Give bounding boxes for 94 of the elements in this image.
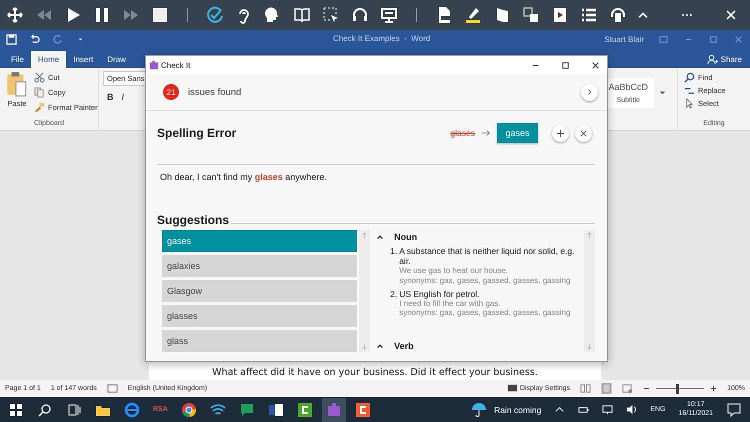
suggestions-heading: Suggestions — [157, 213, 230, 227]
example-text: I need to fill the car with gas. — [399, 298, 502, 308]
headset-icon[interactable] — [351, 6, 369, 24]
paintbrush-icon — [34, 102, 45, 113]
chevron-right-icon — [586, 88, 594, 96]
ribbon-tab[interactable]: Draw — [100, 51, 133, 68]
task-view-icon[interactable] — [66, 402, 82, 418]
undo-icon[interactable] — [29, 34, 40, 45]
part-of-speech: Verb — [394, 340, 414, 350]
video-icon[interactable] — [551, 6, 569, 24]
window-title: Check It Examples - Word — [333, 34, 430, 43]
word-app-icon[interactable] — [268, 402, 284, 418]
error-type-heading: Spelling Error — [157, 126, 236, 140]
collapse-icon[interactable] — [376, 342, 384, 350]
umbrella-icon[interactable] — [471, 402, 488, 418]
screen-select-icon[interactable] — [322, 6, 340, 24]
sense-number: 1. — [390, 246, 398, 258]
share-button[interactable]: Share — [698, 54, 750, 68]
c-tile-icon[interactable] — [354, 402, 371, 418]
network-icon[interactable] — [602, 404, 614, 415]
redo-icon[interactable] — [52, 34, 63, 45]
close-icon[interactable] — [590, 60, 601, 70]
user-name[interactable]: Stuart Blair — [604, 35, 644, 44]
replace-button[interactable]: gases — [497, 123, 538, 143]
volume-icon[interactable] — [626, 404, 638, 415]
synonyms-text: synonyms: gas, gases, gassed, gasses, gassing — [399, 276, 572, 286]
copy-icon — [34, 87, 45, 98]
move-icon[interactable] — [6, 6, 24, 24]
puzzle-icon — [149, 60, 159, 70]
ribbon-display-icon[interactable] — [658, 34, 669, 45]
arrow-icon — [481, 128, 491, 138]
suggestion-item[interactable]: glass — [162, 330, 358, 352]
ribbon-tab[interactable]: Home — [30, 51, 66, 68]
monitor-icon — [506, 383, 518, 394]
context-sentence: Oh dear, I can't find my glases anywhere. — [160, 172, 328, 182]
weather-text[interactable]: Rain coming — [494, 404, 542, 414]
notification-icon[interactable] — [726, 402, 742, 418]
book-icon[interactable] — [293, 6, 311, 24]
check-icon[interactable] — [206, 6, 224, 24]
browser-e-icon[interactable] — [124, 402, 140, 418]
ribbon-tab[interactable]: Insert — [66, 51, 100, 68]
suggestion-item[interactable]: Glasgow — [162, 280, 358, 302]
web-layout-icon[interactable] — [622, 383, 634, 394]
collapse-icon[interactable] — [376, 232, 384, 240]
suggestion-item[interactable]: glasses — [162, 305, 358, 327]
square-c-icon[interactable] — [296, 402, 313, 418]
pause-icon[interactable] — [93, 6, 111, 24]
close-icon — [579, 128, 588, 138]
person-add-icon — [706, 54, 718, 65]
stop-icon[interactable] — [151, 6, 169, 24]
zoom-out-icon[interactable] — [643, 385, 650, 392]
synonyms-text: synonyms: gas, gases, gassed, gasses, gassing — [399, 308, 572, 318]
list-icon[interactable] — [580, 6, 598, 24]
ribbon-tab[interactable]: File — [4, 51, 31, 68]
sense-number: 2. — [390, 288, 398, 301]
close-icon[interactable] — [724, 8, 738, 22]
maximize-icon[interactable] — [560, 60, 571, 70]
definition-text: A substance that is neither liquid nor solid, e.g. air. — [399, 246, 576, 266]
definition-text: US English for petrol. — [399, 288, 481, 299]
proofing-icon[interactable] — [106, 383, 118, 394]
scissors-icon — [34, 72, 45, 83]
battery-icon[interactable] — [578, 404, 590, 415]
print-layout-icon[interactable] — [601, 383, 612, 394]
chrome-icon[interactable] — [180, 402, 197, 418]
wifi-icon[interactable] — [210, 402, 226, 418]
italic-button[interactable]: I — [122, 92, 124, 102]
suggestion-item[interactable]: galaxies — [162, 255, 358, 277]
misspelled-word: glases — [450, 128, 475, 138]
cursor-icon — [684, 98, 695, 109]
example-text: We use gas to heat our house. — [399, 266, 510, 276]
chat-icon[interactable] — [238, 402, 255, 418]
replace-icon — [684, 85, 695, 96]
restore-icon[interactable] — [708, 34, 719, 45]
clipboard-icon — [6, 71, 28, 97]
monitor-icon[interactable] — [380, 6, 398, 24]
read-mode-icon[interactable] — [580, 383, 592, 394]
zoom-in-icon[interactable] — [710, 385, 718, 392]
search-icon[interactable] — [37, 402, 53, 418]
suggestion-item[interactable]: gases — [162, 230, 358, 252]
add-button[interactable] — [552, 124, 569, 142]
issue-count-badge: 21 — [163, 84, 179, 100]
document-text: What affect did it have on your business. Did it effect your business. — [212, 367, 538, 380]
dialog-title: Check It — [161, 60, 190, 70]
bold-button[interactable]: B — [107, 92, 114, 102]
issues-label: issues found — [188, 86, 242, 98]
highlighter-icon[interactable] — [464, 6, 482, 24]
plus-icon — [556, 128, 565, 138]
puzzle-app-icon[interactable] — [322, 398, 346, 422]
save-icon[interactable] — [6, 34, 17, 45]
part-of-speech: Noun — [394, 232, 418, 242]
start-icon[interactable] — [8, 402, 24, 418]
ignore-button[interactable] — [575, 124, 592, 142]
search-icon — [684, 72, 695, 83]
zoom-slider-thumb[interactable] — [676, 384, 680, 394]
